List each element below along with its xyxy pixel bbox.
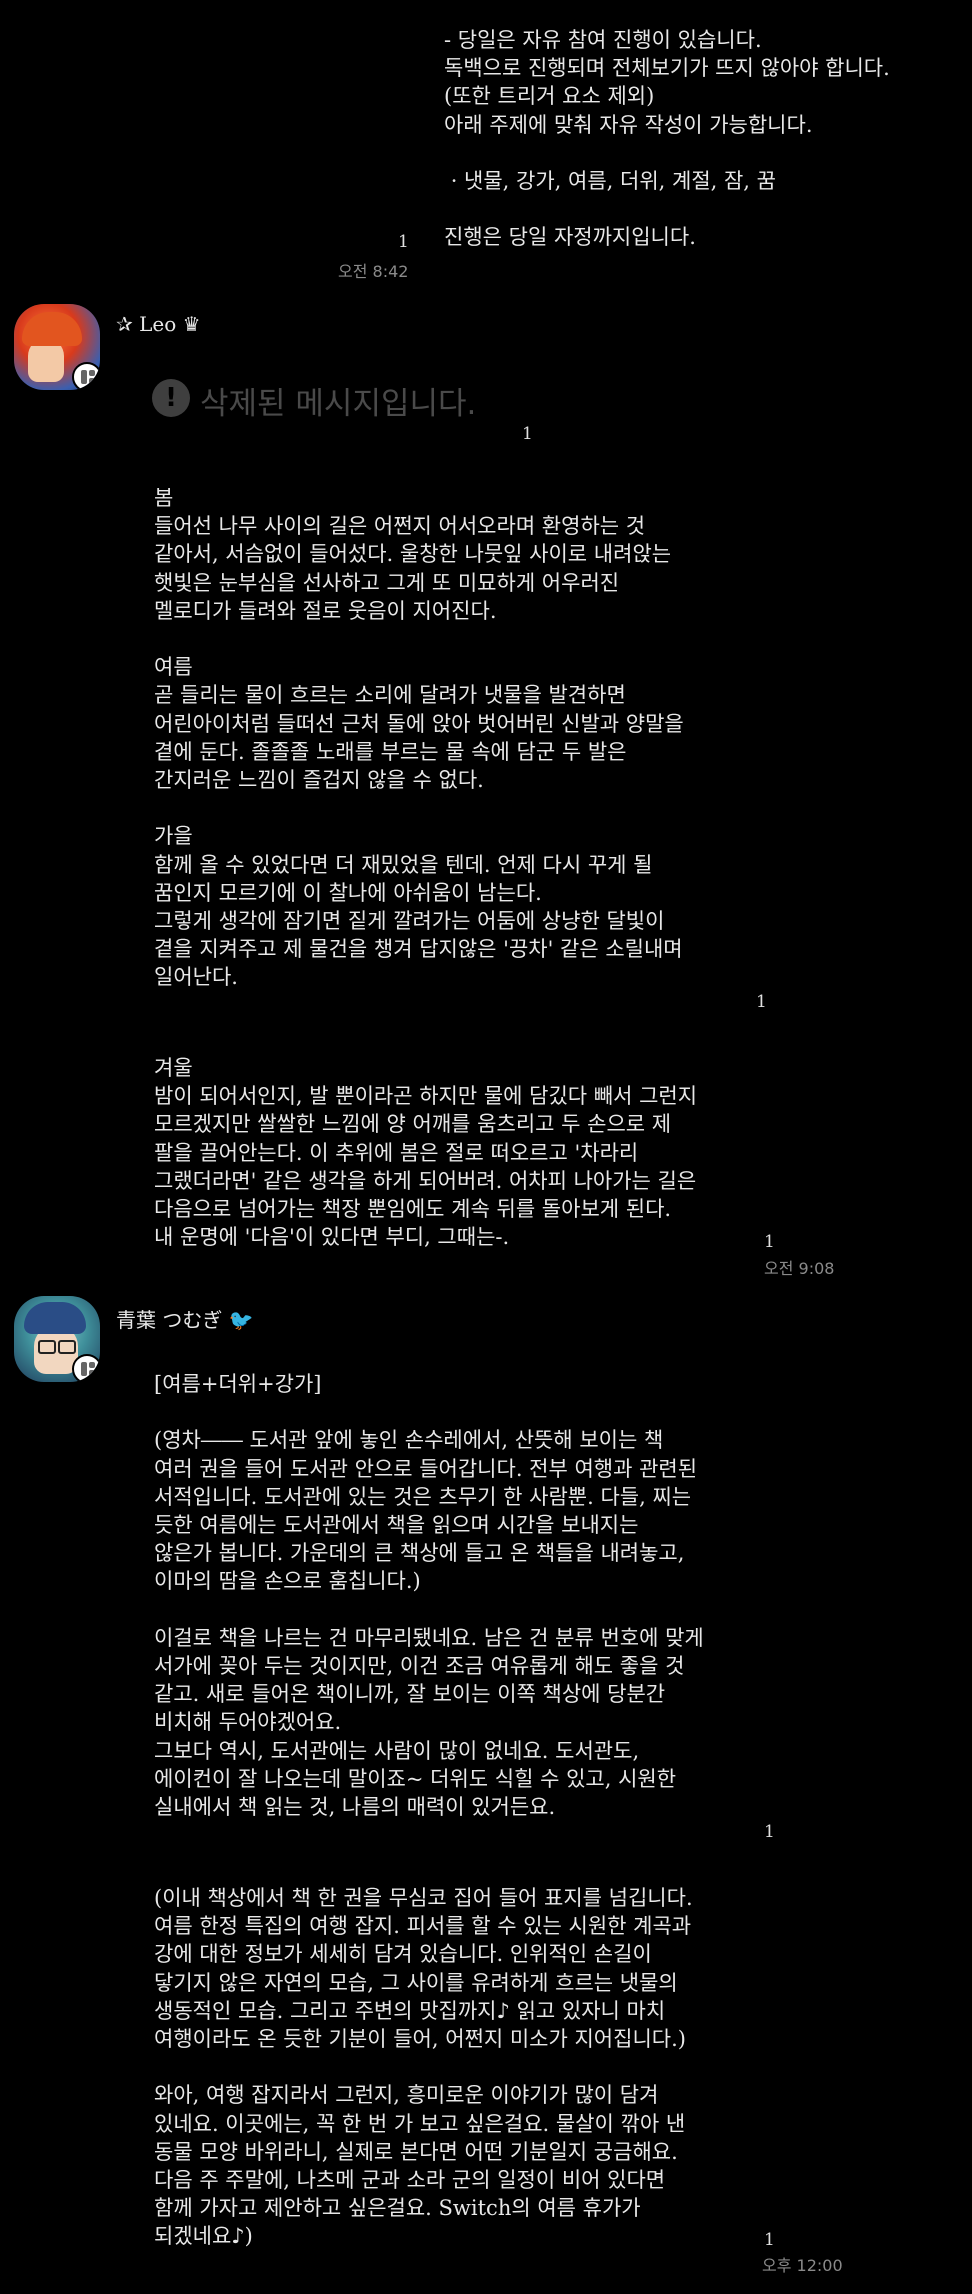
leo-message-2[interactable]: 겨울 밤이 되어서인지, 발 뿐이라곤 하지만 물에 담깄다 빼서 그런지 모르… xyxy=(154,1054,754,1251)
profile-badge-icon xyxy=(72,362,100,390)
announcement-message[interactable]: - 당일은 자유 참여 진행이 있습니다. 독백으로 진행되며 전체보기가 뜨지… xyxy=(444,26,964,252)
avatar-hair xyxy=(24,1302,86,1334)
unread-count: 1 xyxy=(764,1232,775,1252)
unread-count: 1 xyxy=(522,424,533,444)
avatar-tsumugi[interactable] xyxy=(14,1296,100,1382)
unread-count: 1 xyxy=(398,232,409,252)
sender-name-leo[interactable]: ✰ Leo ♛ xyxy=(116,312,201,336)
message-time: 오전 9:08 xyxy=(764,1259,835,1278)
profile-badge-icon xyxy=(72,1354,100,1382)
message-time: 오후 12:00 xyxy=(762,2256,843,2275)
tsumugi-message-1[interactable]: [여름+더위+강가] (영차―― 도서관 앞에 놓인 손수레에서, 산뜻해 보이… xyxy=(154,1370,764,1821)
exclamation-icon: ! xyxy=(152,379,190,417)
message-time: 오전 8:42 xyxy=(338,262,409,281)
leo-message-1[interactable]: 봄 들어선 나무 사이의 길은 어쩐지 어서오라며 환영하는 것 같아서, 서슴… xyxy=(154,484,754,992)
glasses-icon xyxy=(38,1340,56,1354)
deleted-message[interactable]: 삭제된 메시지입니다. xyxy=(200,378,476,423)
unread-count: 1 xyxy=(764,1822,775,1842)
tsumugi-message-2[interactable]: (이내 책상에서 책 한 권을 무심코 집어 들어 표지를 넘깁니다. 여름 한… xyxy=(154,1884,764,2251)
unread-count: 1 xyxy=(756,992,767,1012)
unread-count: 1 xyxy=(764,2230,775,2250)
avatar-hair xyxy=(22,312,82,346)
sender-name-tsumugi[interactable]: 青葉 つむぎ 🐦 xyxy=(116,1304,254,1333)
avatar-leo[interactable] xyxy=(14,304,100,390)
